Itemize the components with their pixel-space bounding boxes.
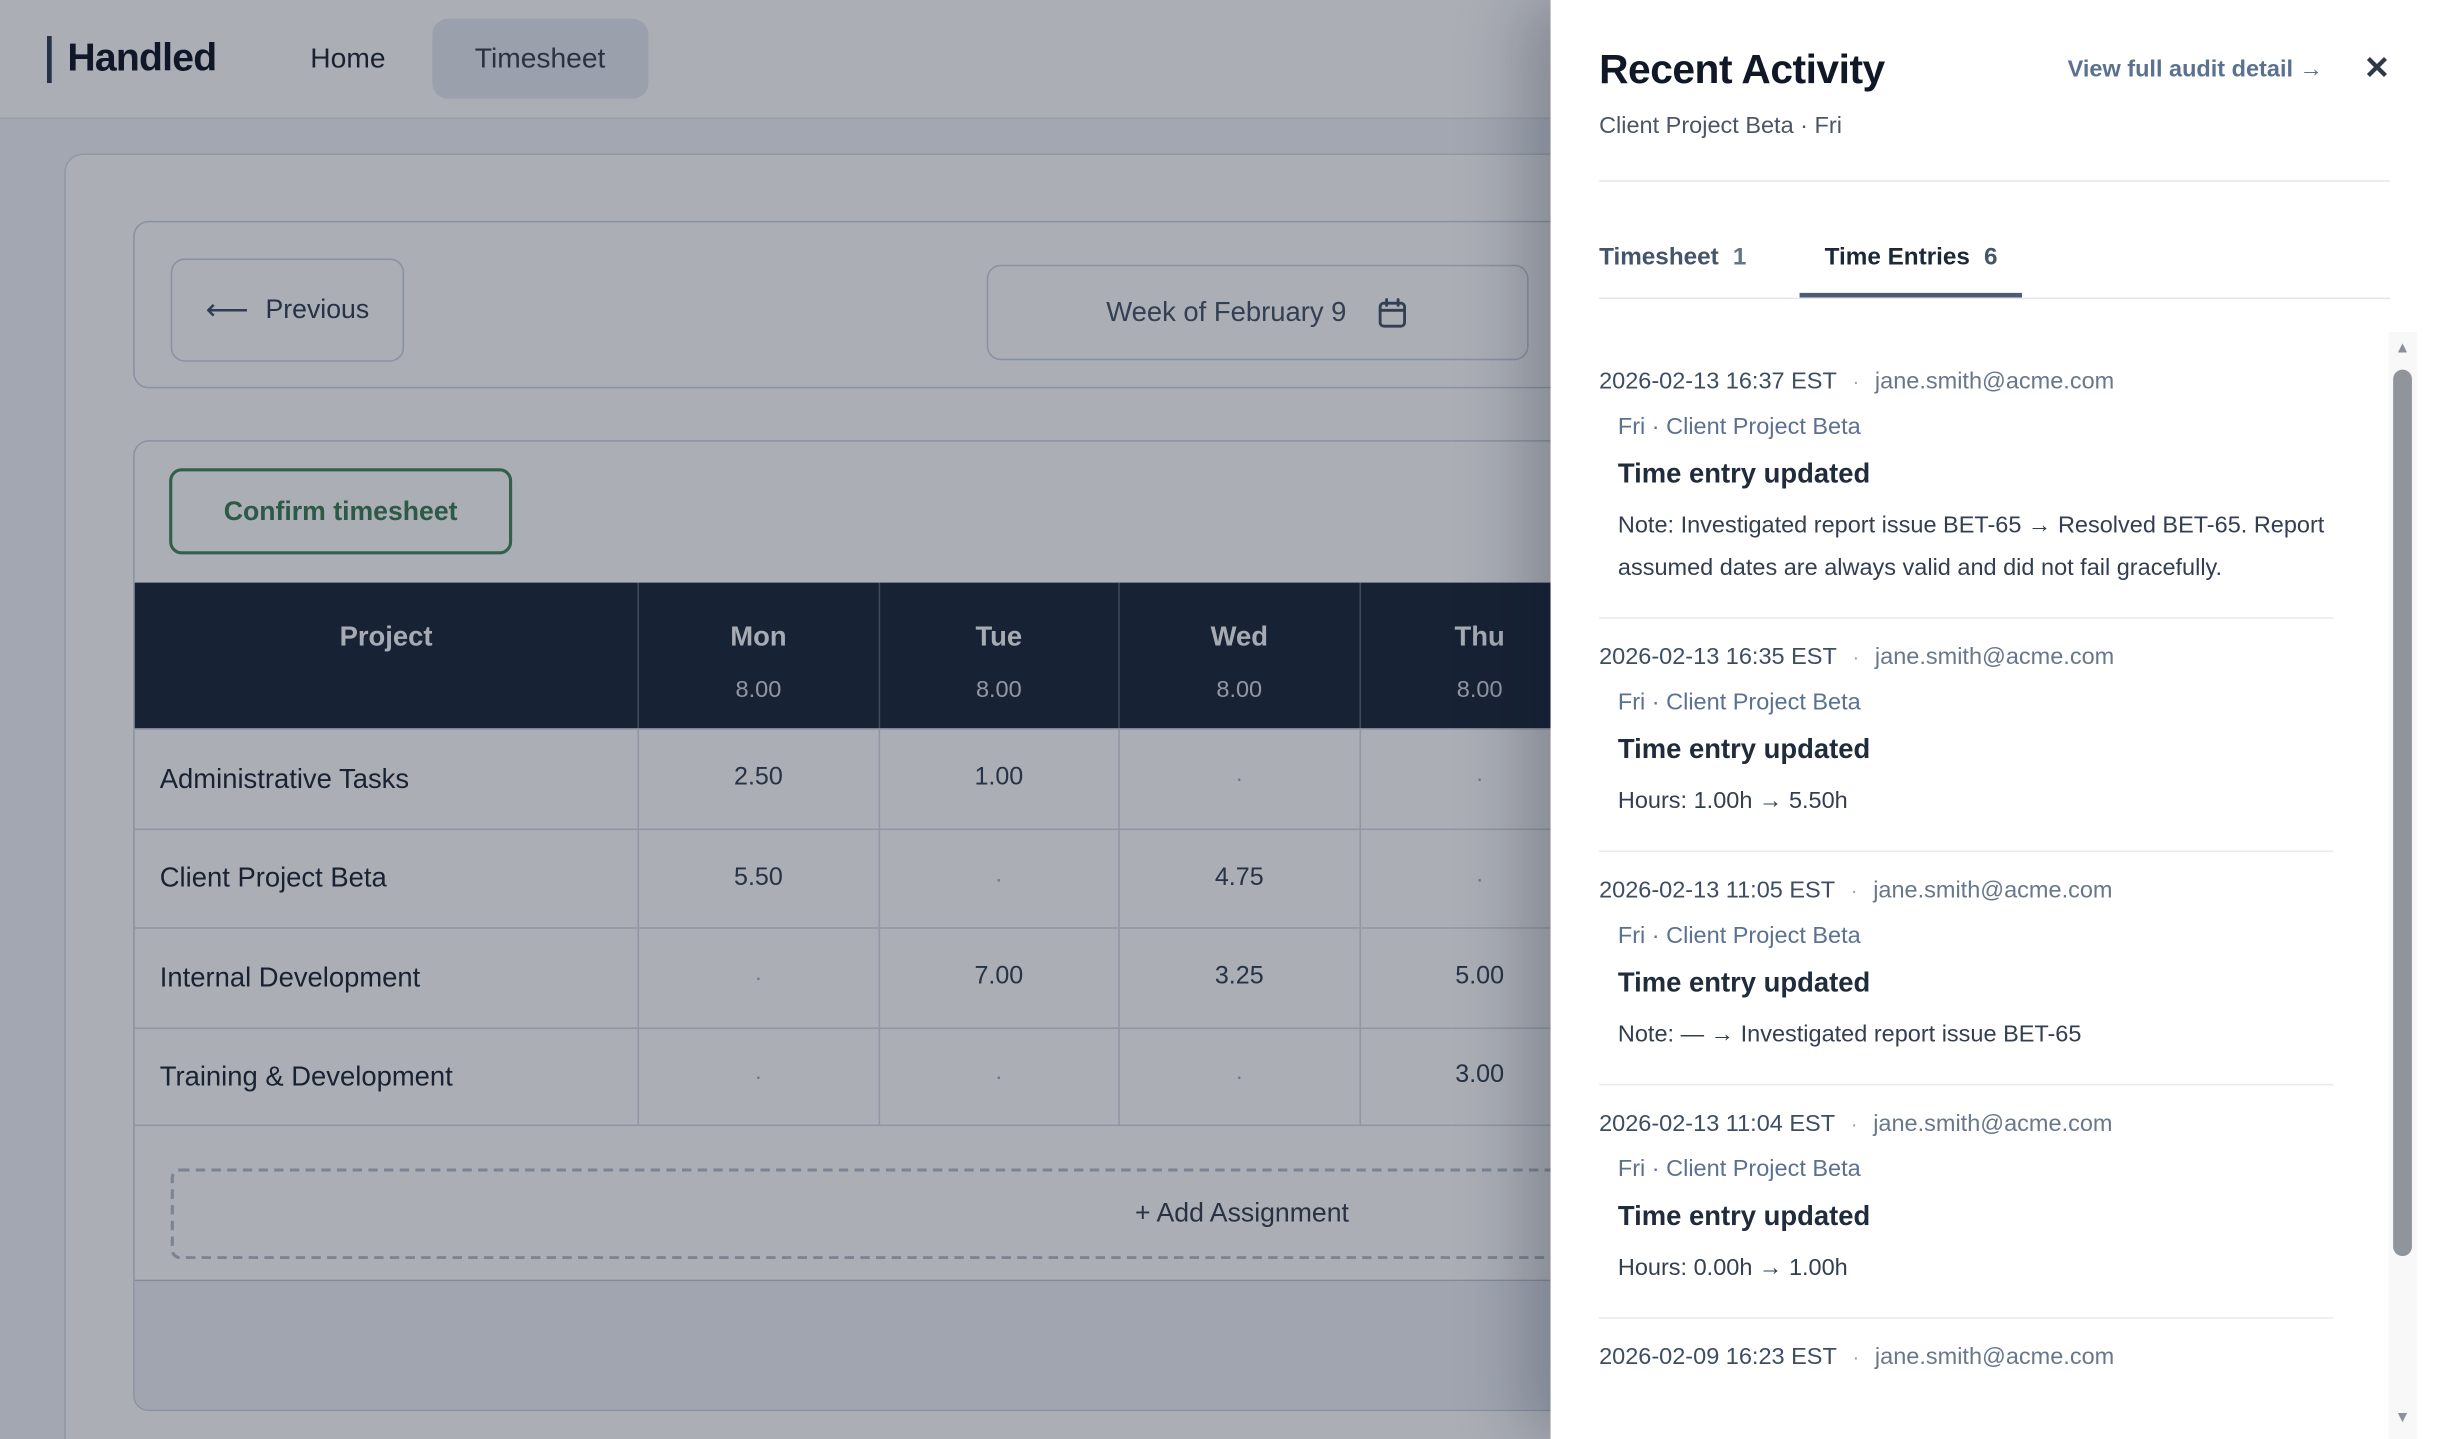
entry-timestamp-line: 2026-02-13 11:04 EST · jane.smith@acme.com: [1599, 1110, 2334, 1137]
entry-timestamp-line: 2026-02-13 16:35 EST · jane.smith@acme.com: [1599, 644, 2334, 671]
entry-context-link[interactable]: Fri · Client Project Beta: [1618, 1156, 2334, 1183]
entry-user: jane.smith@acme.com: [1873, 877, 2113, 904]
entry-action: Time entry updated: [1617, 732, 1871, 765]
dot-separator: ·: [1850, 1112, 1858, 1136]
entry-timestamp: 2026-02-13 11:04 EST: [1599, 1110, 1836, 1138]
entry-action: Time entry updated: [1617, 1199, 1871, 1232]
scroll-up-icon[interactable]: ▲: [2388, 340, 2416, 357]
dot-separator: ·: [1850, 878, 1858, 903]
activity-entry: 2026-02-13 11:04 EST · jane.smith@acme.com…: [1599, 1085, 2334, 1319]
entry-detail: Note: Investigated report issue BET-65 →…: [1617, 512, 2325, 582]
entry-timestamp-line: 2026-02-13 16:37 EST · jane.smith@acme.com: [1599, 368, 2334, 395]
tab-label: Timesheet: [1599, 244, 1719, 271]
entry-detail: Hours: 0.00h → 1.00h: [1617, 1254, 1848, 1282]
activity-entry: 2026-02-13 16:37 EST · jane.smith@acme.com…: [1599, 330, 2334, 619]
entry-context-link[interactable]: Fri · Client Project Beta: [1618, 689, 2334, 716]
activity-entry: 2026-02-09 16:23 EST · jane.smith@acme.com: [1599, 1319, 2334, 1399]
panel-scrollbar[interactable]: ▲ ▼: [2388, 332, 2417, 1439]
entry-timestamp: 2026-02-13 11:05 EST: [1599, 877, 1836, 904]
entry-user: jane.smith@acme.com: [1873, 1110, 2113, 1138]
tab-timesheet[interactable]: Timesheet 1: [1599, 244, 1746, 297]
screen: Handled Home Timesheet ⟵ Previous Week o…: [0, 0, 2437, 1439]
entry-context-link[interactable]: Fri · Client Project Beta: [1618, 413, 2334, 440]
entry-action: Time entry updated: [1617, 966, 1871, 998]
entry-timestamp-line: 2026-02-13 11:05 EST · jane.smith@acme.com: [1599, 877, 2334, 904]
entry-detail: Hours: 1.00h → 5.50h: [1617, 787, 1848, 815]
tab-count: 6: [1984, 244, 1998, 271]
panel-title: Recent Activity: [1599, 45, 1885, 93]
entry-user: jane.smith@acme.com: [1874, 643, 2115, 671]
entry-timestamp: 2026-02-13 16:37 EST: [1599, 368, 1837, 395]
header-divider: [1599, 180, 2391, 182]
dot-separator: ·: [1852, 369, 1860, 394]
activity-entry: 2026-02-13 16:35 EST · jane.smith@acme.com…: [1599, 619, 2334, 853]
dot-separator: ·: [1852, 645, 1860, 669]
panel-subtitle: Client Project Beta · Fri: [1599, 112, 1842, 140]
panel-header: Recent Activity View full audit detail →…: [1599, 47, 2390, 91]
scrollbar-thumb[interactable]: [2393, 369, 2412, 1257]
tab-label: Time Entries: [1824, 244, 1970, 271]
tab-time-entries[interactable]: Time Entries 6: [1800, 244, 2023, 297]
close-icon[interactable]: ✕: [2364, 53, 2390, 84]
entry-user: jane.smith@acme.com: [1874, 368, 2115, 395]
dot-separator: ·: [1852, 1345, 1860, 1369]
entry-user: jane.smith@acme.com: [1874, 1343, 2115, 1371]
entry-timestamp: 2026-02-13 16:35 EST: [1599, 643, 1837, 671]
entry-timestamp-line: 2026-02-09 16:23 EST · jane.smith@acme.com: [1599, 1344, 2334, 1371]
entry-action: Time entry updated: [1617, 457, 1871, 489]
entry-detail: Note: — → Investigated report issue BET-…: [1617, 1021, 2082, 1048]
panel-tabs: Timesheet 1 Time Entries 6: [1599, 244, 2391, 300]
scroll-down-icon[interactable]: ▼: [2388, 1410, 2416, 1427]
view-full-audit-link[interactable]: View full audit detail →: [2068, 56, 2323, 83]
tab-count: 1: [1732, 244, 1747, 271]
activity-list: 2026-02-13 16:37 EST · jane.smith@acme.com…: [1599, 330, 2334, 1439]
recent-activity-panel: Recent Activity View full audit detail →…: [1550, 0, 2437, 1439]
entry-timestamp: 2026-02-09 16:23 EST: [1599, 1343, 1837, 1371]
entry-context-link[interactable]: Fri · Client Project Beta: [1618, 922, 2334, 949]
activity-entry: 2026-02-13 11:05 EST · jane.smith@acme.com…: [1599, 852, 2334, 1086]
